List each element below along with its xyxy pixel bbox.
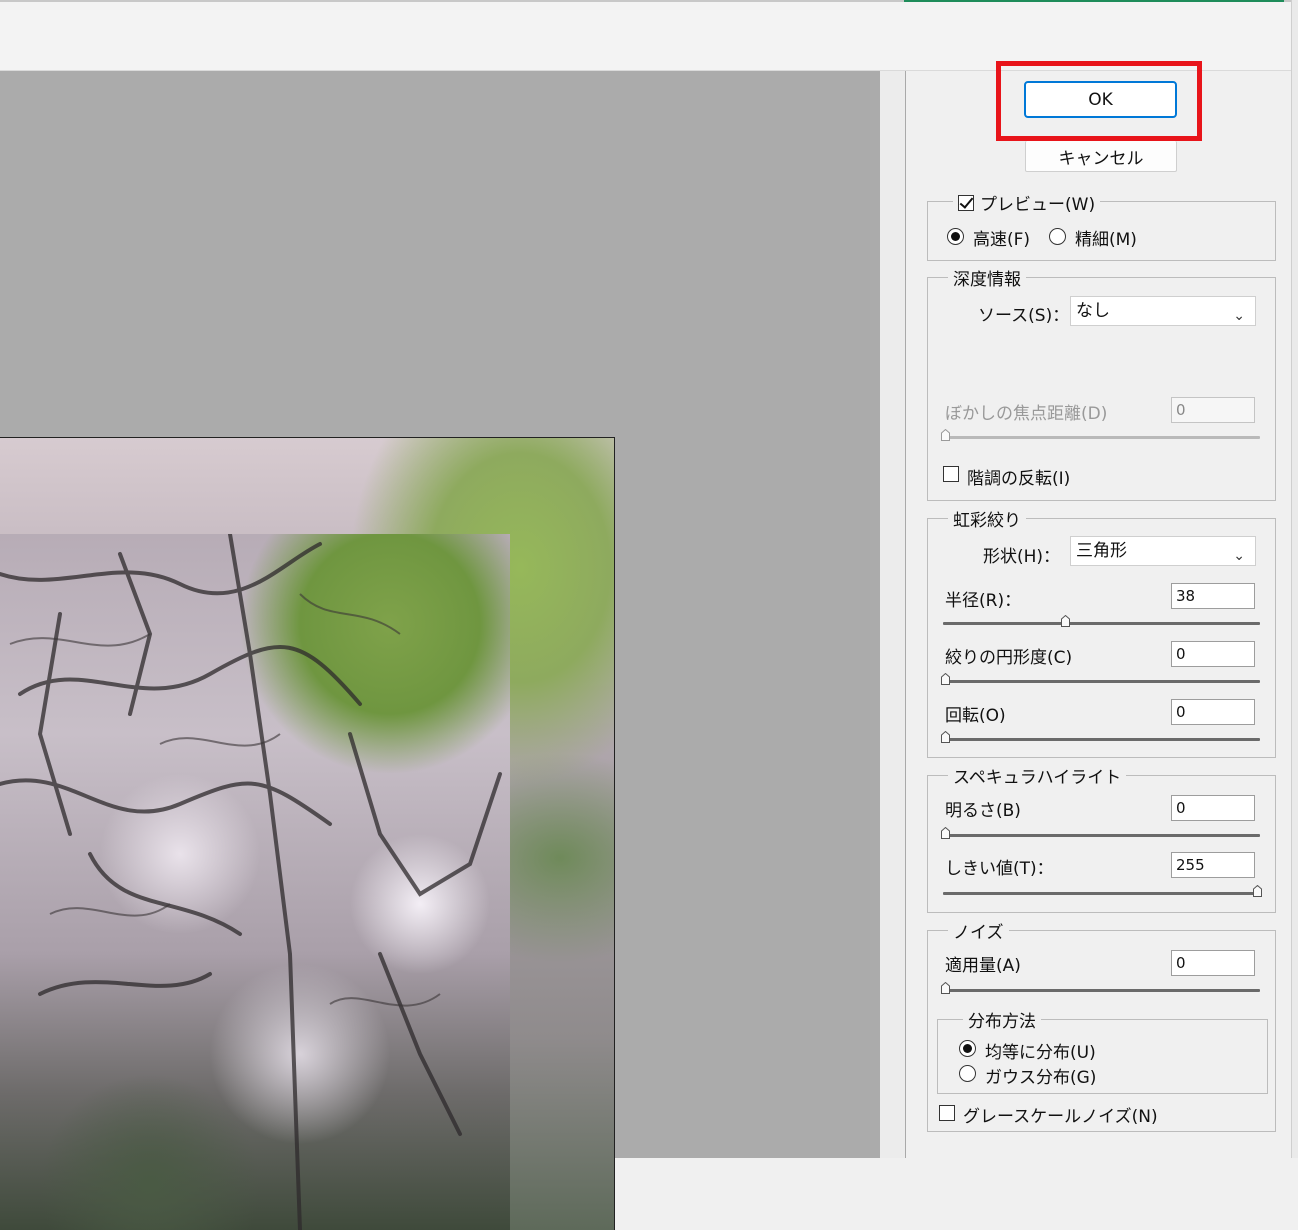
- curvature-input[interactable]: 0: [1171, 641, 1255, 667]
- specular-group: スペキュラハイライト 明るさ(B) 0 しきい値(T)： 255: [927, 763, 1276, 913]
- noise-group: ノイズ 適用量(A) 0 分布方法 均等に分布(U) ガウス分布(G) グレース…: [927, 918, 1276, 1132]
- window-right-edge: [1291, 0, 1298, 1158]
- rotation-input[interactable]: 0: [1171, 699, 1255, 725]
- focal-distance-input[interactable]: 0: [1171, 397, 1255, 423]
- radius-input[interactable]: 38: [1171, 583, 1255, 609]
- brightness-input[interactable]: 0: [1171, 795, 1255, 821]
- settings-panel: OK キャンセル プレビュー(W) 高速(F) 精細(M) 深度情報 ソース(S…: [906, 61, 1292, 1158]
- specular-legend: スペキュラハイライト: [948, 763, 1127, 788]
- chevron-down-icon: ⌄: [1233, 548, 1245, 564]
- source-select-value: なし: [1076, 301, 1110, 321]
- uniform-radio[interactable]: [959, 1040, 976, 1057]
- brightness-slider-track[interactable]: [943, 834, 1260, 837]
- threshold-slider-track[interactable]: [943, 892, 1260, 895]
- radius-label: 半径(R)：: [945, 591, 1022, 611]
- amount-label: 適用量(A): [945, 956, 1021, 976]
- focal-distance-slider-thumb[interactable]: [941, 429, 950, 441]
- depth-map-legend: 深度情報: [948, 265, 1026, 290]
- focal-distance-slider-track[interactable]: [943, 436, 1260, 439]
- preview-image: [0, 437, 615, 1230]
- amount-slider-thumb[interactable]: [941, 982, 950, 994]
- brightness-label: 明るさ(B): [945, 801, 1021, 821]
- threshold-label: しきい値(T)：: [945, 859, 1054, 879]
- curvature-slider-thumb[interactable]: [941, 673, 950, 685]
- shape-select[interactable]: 三角形 ⌄: [1070, 536, 1256, 566]
- radius-slider-thumb[interactable]: [1061, 615, 1070, 627]
- preview-checkbox-label: プレビュー(W): [980, 195, 1096, 215]
- preview-canvas[interactable]: [0, 71, 881, 1230]
- rotation-label-text: 回転(O): [945, 706, 1006, 726]
- curvature-label: 絞りの円形度(C): [945, 648, 1073, 668]
- window-accent-line: [904, 0, 1284, 2]
- distribution-group: 分布方法 均等に分布(U) ガウス分布(G): [937, 1007, 1268, 1094]
- focal-distance-label: ぼかしの焦点距離(D): [945, 404, 1108, 424]
- threshold-input[interactable]: 255: [1171, 852, 1255, 878]
- amount-input[interactable]: 0: [1171, 950, 1255, 976]
- amount-slider-track[interactable]: [943, 989, 1260, 992]
- threshold-slider-thumb[interactable]: [1253, 885, 1262, 897]
- cancel-button[interactable]: キャンセル: [1025, 141, 1177, 172]
- preview-scrollbar[interactable]: [880, 71, 906, 1158]
- shape-select-value: 三角形: [1076, 541, 1127, 561]
- distribution-legend: 分布方法: [963, 1007, 1041, 1032]
- preview-checkbox[interactable]: [958, 194, 974, 211]
- monochrome-checkbox[interactable]: [939, 1105, 955, 1121]
- source-label: ソース(S)：: [978, 306, 1070, 326]
- chevron-down-icon: ⌄: [1233, 308, 1245, 324]
- preview-legend: プレビュー(W): [953, 190, 1101, 215]
- fine-radio[interactable]: [1049, 228, 1066, 245]
- rotation-slider-track[interactable]: [943, 738, 1260, 741]
- fast-radio-label: 高速(F): [973, 230, 1031, 250]
- curvature-slider-track[interactable]: [943, 680, 1260, 683]
- fine-radio-label: 精細(M): [1075, 230, 1137, 250]
- preview-image-sharp-region: [0, 534, 510, 1230]
- invert-label: 階調の反転(I): [967, 469, 1071, 489]
- gaussian-radio-label: ガウス分布(G): [985, 1068, 1097, 1088]
- tree-branches-graphic: [0, 534, 502, 1230]
- gaussian-radio[interactable]: [959, 1065, 976, 1082]
- preview-group: プレビュー(W) 高速(F) 精細(M): [927, 190, 1276, 261]
- noise-legend: ノイズ: [948, 918, 1009, 943]
- shape-label: 形状(H)：: [983, 547, 1061, 567]
- source-select[interactable]: なし ⌄: [1070, 296, 1256, 326]
- monochrome-label: グレースケールノイズ(N): [963, 1107, 1158, 1127]
- uniform-radio-label: 均等に分布(U): [985, 1043, 1096, 1063]
- iris-legend: 虹彩絞り: [948, 506, 1026, 531]
- ok-button[interactable]: OK: [1024, 81, 1177, 118]
- invert-checkbox[interactable]: [943, 466, 959, 482]
- depth-map-group: 深度情報 ソース(S)： なし ⌄ ぼかしの焦点距離(D) 0 階調の反転(I): [927, 265, 1276, 501]
- radius-slider-track[interactable]: [943, 622, 1260, 625]
- fast-radio[interactable]: [947, 228, 964, 245]
- iris-group: 虹彩絞り 形状(H)： 三角形 ⌄ 半径(R)： 38 絞りの円形度(C) 0 …: [927, 506, 1276, 758]
- rotation-slider-thumb[interactable]: [941, 731, 950, 743]
- brightness-slider-thumb[interactable]: [941, 827, 950, 839]
